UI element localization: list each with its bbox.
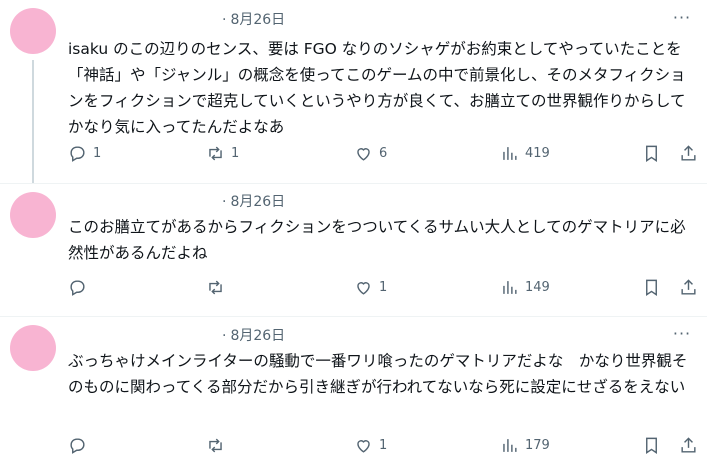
like-count: 1	[379, 279, 388, 295]
share-button[interactable]	[679, 144, 698, 163]
handle[interactable]	[68, 330, 218, 340]
bookmark-button[interactable]	[642, 436, 661, 455]
views-count: 419	[525, 145, 550, 161]
views-button[interactable]: 419	[500, 144, 550, 163]
repost-button[interactable]	[206, 278, 231, 297]
reply-button[interactable]	[68, 436, 93, 455]
post[interactable]: · 8月26日 ··· ぶっちゃけメインライターの騒動で一番ワリ喰ったのゲマトリア…	[0, 316, 707, 464]
repost-button[interactable]	[206, 436, 231, 455]
post-header: · 8月26日	[68, 192, 697, 212]
action-bar: 1 179	[68, 434, 700, 456]
repost-icon	[209, 438, 222, 452]
reply-count: 1	[93, 145, 102, 161]
post-date[interactable]: 8月26日	[230, 194, 285, 210]
views-count: 149	[525, 279, 550, 295]
like-count: 1	[379, 437, 388, 453]
heart-icon	[357, 439, 370, 453]
bookmark-button[interactable]	[642, 278, 661, 297]
post-text: このお膳立てがあるからフィクションをつついてくるサムい大人としてのゲマトリアに必…	[68, 218, 686, 262]
reply-button[interactable]	[68, 278, 93, 297]
thread-line	[32, 60, 34, 184]
reply-icon	[70, 145, 85, 162]
repost-count: 1	[231, 145, 240, 161]
post-date[interactable]: 8月26日	[230, 328, 285, 344]
avatar[interactable]	[10, 192, 56, 238]
views-button[interactable]: 179	[500, 436, 550, 455]
repost-button[interactable]: 1	[206, 144, 239, 163]
reply-icon	[70, 279, 85, 296]
avatar[interactable]	[10, 325, 56, 371]
post[interactable]: · 8月26日 このお膳立てがあるからフィクションをつついてくるサムい大人としての…	[0, 183, 707, 316]
bookmark-icon	[646, 279, 657, 296]
like-button[interactable]: 6	[354, 144, 387, 163]
views-icon	[503, 280, 517, 294]
views-icon	[503, 438, 517, 452]
post[interactable]: · 8月26日 ··· isaku のこの辺りのセンス、要は FGO なりのソシャ…	[0, 0, 707, 184]
action-bar: 1 149	[68, 276, 700, 298]
action-bar: 1 1 6 419	[68, 142, 700, 164]
heart-icon	[357, 281, 370, 295]
post-header: · 8月26日 ···	[68, 10, 697, 30]
views-count: 179	[525, 437, 550, 453]
share-button[interactable]	[679, 436, 698, 455]
separator-dot: ·	[222, 328, 227, 344]
post-header: · 8月26日 ···	[68, 326, 697, 346]
share-icon	[681, 144, 696, 161]
repost-icon	[209, 146, 222, 160]
more-options-icon[interactable]: ···	[671, 10, 693, 30]
like-button[interactable]: 1	[354, 278, 387, 297]
like-button[interactable]: 1	[354, 436, 387, 455]
post-text: isaku のこの辺りのセンス、要は FGO なりのソシャゲがお約束としてやって…	[68, 40, 686, 136]
handle[interactable]	[68, 196, 218, 206]
views-button[interactable]: 149	[500, 278, 550, 297]
repost-icon	[209, 280, 222, 294]
separator-dot: ·	[222, 12, 227, 28]
bookmark-icon	[646, 145, 657, 162]
heart-icon	[357, 147, 370, 161]
post-date[interactable]: 8月26日	[230, 12, 285, 28]
reply-button[interactable]: 1	[68, 144, 101, 163]
separator-dot: ·	[222, 194, 227, 210]
share-icon	[681, 278, 696, 295]
views-icon	[503, 146, 517, 160]
more-options-icon[interactable]: ···	[671, 326, 693, 346]
bookmark-icon	[646, 437, 657, 454]
bookmark-button[interactable]	[642, 144, 661, 163]
post-text: ぶっちゃけメインライターの騒動で一番ワリ喰ったのゲマトリアだよな かなり世界観そ…	[68, 352, 688, 396]
share-icon	[681, 436, 696, 453]
handle[interactable]	[68, 14, 218, 24]
reply-icon	[70, 437, 85, 454]
share-button[interactable]	[679, 278, 698, 297]
avatar[interactable]	[10, 8, 56, 54]
like-count: 6	[379, 145, 388, 161]
